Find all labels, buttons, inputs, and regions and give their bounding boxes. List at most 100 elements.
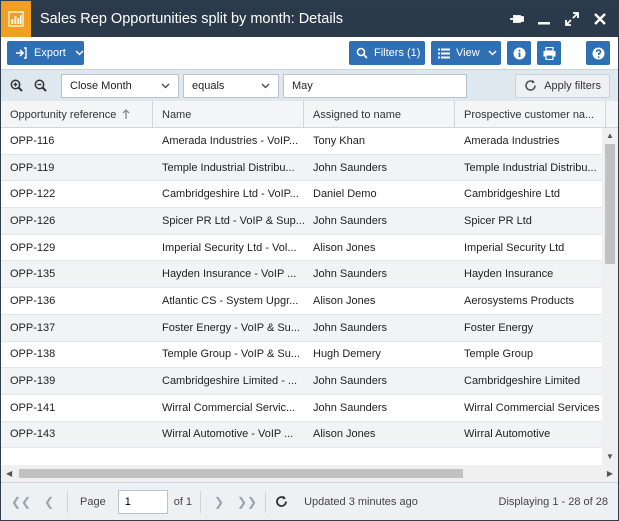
close-icon[interactable]	[586, 1, 614, 37]
apply-filters-button[interactable]: Apply filters	[515, 73, 610, 98]
table-row[interactable]: OPP-138 Temple Group - VoIP & Su... Hugh D…	[1, 342, 602, 369]
column-header-prospective-customer[interactable]: Prospective customer na...	[455, 101, 606, 128]
first-page-icon[interactable]: ❮❮	[7, 483, 35, 521]
filter-operator-value: equals	[192, 79, 225, 92]
horizontal-scroll-thumb[interactable]	[19, 469, 463, 478]
cell-name: Wirral Commercial Servic...	[162, 401, 296, 414]
chart-icon	[1, 1, 31, 37]
column-header-assigned-to[interactable]: Assigned to name	[304, 101, 455, 128]
column-label: Name	[162, 108, 192, 121]
cell-opportunity-reference: OPP-138	[10, 348, 56, 361]
cell-opportunity-reference: OPP-116	[10, 134, 55, 147]
scroll-left-icon[interactable]: ◀	[6, 469, 12, 478]
cell-prospective-customer: Wirral Commercial Services	[464, 401, 600, 414]
maximize-icon[interactable]	[558, 1, 586, 37]
row-list: OPP-116 Amerada Industries - VoIP... Tony …	[1, 128, 602, 449]
cell-name: Foster Energy - VoIP & Su...	[162, 321, 300, 334]
view-button[interactable]: View	[431, 41, 501, 65]
cell-opportunity-reference: OPP-122	[10, 188, 56, 201]
table-row[interactable]: OPP-135 Hayden Insurance - VoIP ... John S…	[1, 261, 602, 289]
pin-icon[interactable]	[502, 1, 530, 37]
cell-name: Amerada Industries - VoIP...	[162, 134, 299, 147]
chevron-down-icon	[488, 50, 497, 56]
refresh-icon	[525, 79, 536, 91]
table-row[interactable]: OPP-137 Foster Energy - VoIP & Su... John …	[1, 314, 602, 342]
cell-prospective-customer: Hayden Insurance	[464, 268, 554, 281]
table-row[interactable]: OPP-122 Cambridgeshire Ltd - VoIP... Danie…	[1, 181, 602, 209]
toolbar: Export Filters (1) View	[1, 37, 618, 69]
cell-prospective-customer: Imperial Security Ltd	[464, 241, 565, 254]
cell-prospective-customer: Amerada Industries	[464, 134, 560, 147]
minimize-icon[interactable]	[530, 1, 558, 37]
view-label: View	[456, 47, 480, 59]
help-button[interactable]	[586, 41, 610, 65]
table-row[interactable]: OPP-126 Spicer PR Ltd - VoIP & Sup... John…	[1, 208, 602, 235]
window-title: Sales Rep Opportunities split by month: …	[40, 11, 344, 27]
print-icon	[543, 46, 555, 60]
filters-button[interactable]: Filters (1)	[349, 41, 425, 65]
refresh-icon[interactable]	[270, 483, 292, 521]
column-header-opportunity-reference[interactable]: Opportunity reference	[1, 101, 153, 128]
table-row[interactable]: OPP-143 Wirral Automotive - VoIP ... Aliso…	[1, 421, 602, 449]
table-row[interactable]: OPP-119 Temple Industrial Distribu... John…	[1, 154, 602, 182]
filter-field-select[interactable]: Close Month	[61, 73, 179, 98]
cell-assigned-to: Alison Jones	[313, 241, 376, 254]
cell-opportunity-reference: OPP-136	[10, 294, 56, 307]
cell-opportunity-reference: OPP-135	[10, 268, 56, 281]
info-button[interactable]	[507, 41, 531, 65]
cell-assigned-to: John Saunders	[313, 375, 387, 388]
cell-assigned-to: John Saunders	[313, 321, 387, 334]
filters-label: Filters (1)	[374, 47, 421, 59]
cell-name: Temple Industrial Distribu...	[162, 161, 295, 174]
details-window: Sales Rep Opportunities split by month: …	[0, 0, 619, 521]
scroll-down-icon[interactable]: ▼	[606, 452, 614, 461]
scroll-up-icon[interactable]: ▲	[606, 131, 614, 140]
column-header-name[interactable]: Name	[153, 101, 304, 128]
cell-assigned-to: John Saunders	[313, 161, 387, 174]
search-icon	[356, 47, 368, 59]
table-row[interactable]: OPP-141 Wirral Commercial Servic... John S…	[1, 395, 602, 422]
apply-filters-label: Apply filters	[544, 79, 601, 92]
scroll-right-icon[interactable]: ▶	[607, 469, 613, 478]
next-page-icon[interactable]: ❯	[205, 483, 233, 521]
cell-prospective-customer: Wirral Automotive	[464, 428, 551, 441]
cell-assigned-to: Tony Khan	[313, 134, 365, 147]
cell-assigned-to: John Saunders	[313, 268, 387, 281]
divider	[265, 490, 267, 513]
horizontal-scrollbar[interactable]: ◀ ▶	[1, 465, 618, 482]
zoom-in-icon[interactable]	[5, 75, 27, 97]
cell-prospective-customer: Cambridgeshire Ltd	[464, 188, 560, 201]
previous-page-icon[interactable]: ❮	[35, 483, 63, 521]
cell-prospective-customer: Foster Energy	[464, 321, 534, 334]
cell-prospective-customer: Spicer PR Ltd	[464, 214, 532, 227]
table-row[interactable]: OPP-136 Atlantic CS - System Upgr... Aliso…	[1, 288, 602, 315]
print-button[interactable]	[537, 41, 561, 65]
filter-operator-select[interactable]: equals	[183, 73, 279, 98]
cell-name: Atlantic CS - System Upgr...	[162, 294, 299, 307]
data-grid: Opportunity reference Name Assigned to n…	[1, 101, 618, 465]
cell-name: Hayden Insurance - VoIP ...	[162, 268, 297, 281]
vertical-scrollbar[interactable]: ▲ ▼	[602, 128, 618, 465]
zoom-out-icon[interactable]	[29, 75, 51, 97]
list-icon	[438, 48, 450, 58]
page-number-input[interactable]	[117, 489, 168, 514]
cell-assigned-to: Daniel Demo	[313, 188, 377, 201]
cell-opportunity-reference: OPP-126	[10, 214, 56, 227]
cell-prospective-customer: Temple Industrial Distribu...	[464, 161, 597, 174]
info-icon	[513, 47, 525, 59]
last-page-icon[interactable]: ❯❯	[233, 483, 261, 521]
table-row[interactable]: OPP-129 Imperial Security Ltd - Vol... Ali…	[1, 235, 602, 262]
help-icon	[592, 47, 604, 59]
cell-opportunity-reference: OPP-119	[10, 161, 55, 174]
title-bar: Sales Rep Opportunities split by month: …	[1, 1, 618, 37]
filter-value-input[interactable]	[283, 73, 467, 98]
table-row[interactable]: OPP-116 Amerada Industries - VoIP... Tony …	[1, 128, 602, 155]
updated-status: Updated 3 minutes ago	[304, 495, 418, 508]
cell-assigned-to: Hugh Demery	[313, 348, 381, 361]
column-label: Opportunity reference	[10, 108, 117, 121]
vertical-scroll-thumb[interactable]	[605, 144, 615, 264]
cell-assigned-to: Alison Jones	[313, 294, 376, 307]
pagination-bar: ❮❮ ❮ Page of 1 ❯ ❯❯ Updated 3 minutes ag…	[1, 482, 618, 520]
table-row[interactable]: OPP-139 Cambridgeshire Limited - ... John …	[1, 368, 602, 395]
export-button[interactable]: Export	[7, 41, 84, 65]
